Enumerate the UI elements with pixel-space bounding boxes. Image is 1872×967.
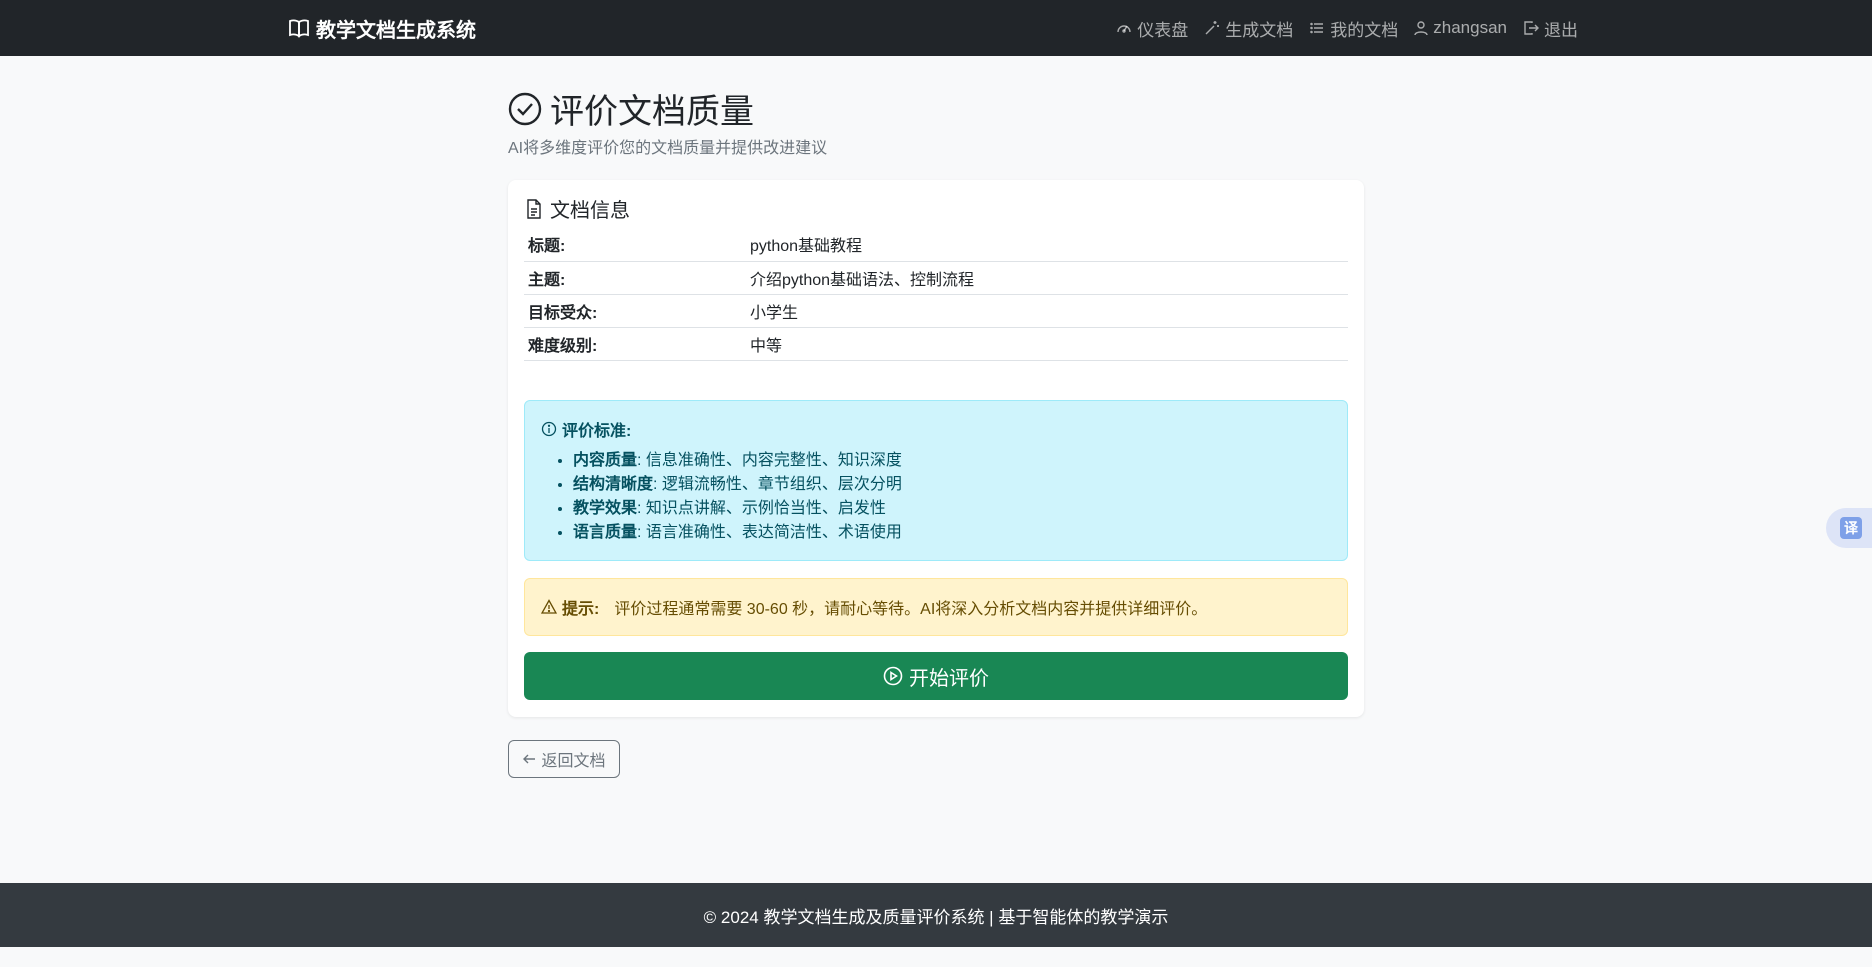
- back-label: 返回文档: [541, 753, 606, 770]
- nav-dashboard[interactable]: 仪表盘: [1116, 16, 1188, 41]
- magic-wand-icon: [1204, 20, 1220, 36]
- translate-icon: 译: [1840, 517, 1862, 539]
- brand-label: 教学文档生成系统: [316, 19, 476, 42]
- row-value: 介绍python基础语法、控制流程: [746, 261, 1348, 295]
- criteria-name: 结构清晰度: [573, 476, 654, 493]
- start-evaluation-label: 开始评价: [909, 667, 989, 690]
- table-row: 难度级别: 中等: [524, 327, 1348, 361]
- criteria-alert: 评价标准: 内容质量: 信息准确性、内容完整性、知识深度 结构清晰度: 逻辑流畅…: [524, 400, 1348, 561]
- row-value: 中等: [746, 327, 1348, 361]
- criteria-desc: : 知识点讲解、示例恰当性、启发性: [637, 500, 886, 517]
- user-icon: [1414, 20, 1428, 36]
- nav-logout[interactable]: 退出: [1523, 16, 1578, 41]
- criteria-name: 内容质量: [573, 452, 638, 469]
- back-to-document-button[interactable]: 返回文档: [508, 740, 620, 778]
- list-item: 教学效果: 知识点讲解、示例恰当性、启发性: [573, 497, 902, 521]
- play-circle-icon: [883, 666, 903, 686]
- table-row: 标题: python基础教程: [524, 228, 1348, 262]
- warning-icon: [541, 599, 557, 615]
- page-subtitle: AI将多维度评价您的文档质量并提供改进建议: [508, 140, 828, 157]
- info-icon: [541, 421, 557, 437]
- nav-generate-label: 生成文档: [1225, 20, 1294, 40]
- start-evaluation-button[interactable]: 开始评价: [524, 652, 1348, 700]
- criteria-desc: : 逻辑流畅性、章节组织、层次分明: [653, 476, 902, 493]
- page-title: 评价文档质量: [508, 84, 754, 133]
- arrow-left-icon: [522, 752, 536, 766]
- tip-text: 评价过程通常需要 30-60 秒，请耐心等待。AI将深入分析文档内容并提供详细评…: [614, 601, 1208, 618]
- tip-label: 提示:: [562, 601, 600, 618]
- nav-dashboard-label: 仪表盘: [1137, 20, 1189, 40]
- doc-info-table: 标题: python基础教程 主题: 介绍python基础语法、控制流程 目标受…: [524, 228, 1348, 361]
- criteria-desc: : 语言准确性、表达简洁性、术语使用: [637, 524, 902, 541]
- doc-info-title: 文档信息: [526, 194, 630, 223]
- logout-icon: [1523, 20, 1539, 36]
- tip-alert: 提示: 评价过程通常需要 30-60 秒，请耐心等待。AI将深入分析文档内容并提…: [524, 578, 1348, 636]
- nav-my-docs-label: 我的文档: [1330, 20, 1399, 40]
- translate-float-button[interactable]: 译: [1826, 508, 1872, 548]
- doc-info-title-text: 文档信息: [550, 200, 630, 222]
- document-icon: [526, 198, 542, 219]
- table-row: 目标受众: 小学生: [524, 294, 1348, 328]
- table-row: 主题: 介绍python基础语法、控制流程: [524, 261, 1348, 295]
- nav-user-label: zhangsan: [1433, 18, 1507, 37]
- list-item: 内容质量: 信息准确性、内容完整性、知识深度: [573, 449, 902, 473]
- criteria-list: 内容质量: 信息准确性、内容完整性、知识深度 结构清晰度: 逻辑流畅性、章节组织…: [573, 449, 902, 545]
- nav-my-docs[interactable]: 我的文档: [1309, 16, 1398, 41]
- nav-user[interactable]: zhangsan: [1414, 18, 1507, 38]
- navbar: 教学文档生成系统 仪表盘 生成文档 我的文档 zhangsan 退出: [0, 0, 1872, 56]
- list-icon: [1309, 20, 1325, 36]
- row-value: 小学生: [746, 294, 1348, 328]
- row-key: 目标受众:: [524, 294, 746, 328]
- criteria-name: 教学效果: [573, 500, 638, 517]
- row-key: 标题:: [524, 228, 746, 262]
- criteria-desc: : 信息准确性、内容完整性、知识深度: [637, 452, 902, 469]
- evaluation-card: 文档信息 标题: python基础教程 主题: 介绍python基础语法、控制流…: [508, 180, 1364, 717]
- book-icon: [288, 18, 310, 38]
- criteria-heading: 评价标准:: [541, 417, 631, 441]
- nav-logout-label: 退出: [1544, 20, 1578, 40]
- row-value: python基础教程: [746, 228, 1348, 262]
- footer-text: © 2024 教学文档生成及质量评价系统 | 基于智能体的教学演示: [703, 907, 1169, 927]
- list-item: 语言质量: 语言准确性、表达简洁性、术语使用: [573, 521, 902, 545]
- list-item: 结构清晰度: 逻辑流畅性、章节组织、层次分明: [573, 473, 902, 497]
- check-circle-icon: [508, 92, 542, 126]
- criteria-heading-text: 评价标准:: [562, 423, 632, 440]
- top-nav: 仪表盘 生成文档 我的文档 zhangsan 退出: [1116, 0, 1578, 56]
- nav-generate[interactable]: 生成文档: [1204, 16, 1293, 41]
- brand-link[interactable]: 教学文档生成系统: [288, 0, 476, 56]
- row-key: 主题:: [524, 261, 746, 295]
- page-title-text: 评价文档质量: [550, 93, 754, 131]
- dashboard-icon: [1116, 20, 1132, 36]
- criteria-name: 语言质量: [573, 524, 638, 541]
- row-key: 难度级别:: [524, 327, 746, 361]
- footer: © 2024 教学文档生成及质量评价系统 | 基于智能体的教学演示: [0, 883, 1872, 947]
